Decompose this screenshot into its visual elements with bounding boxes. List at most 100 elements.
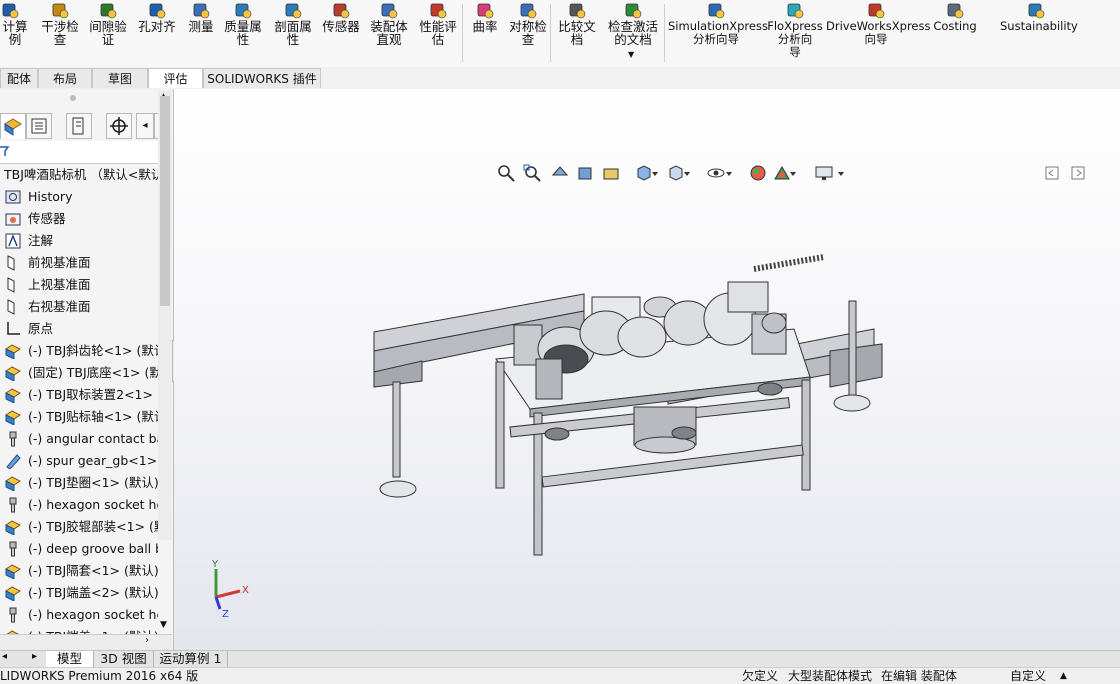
clearance-icon (100, 3, 117, 19)
section-view-icon[interactable] (576, 163, 596, 183)
hide-show-items-icon[interactable] (706, 163, 726, 183)
performance-icon (430, 3, 447, 19)
chevron-down-icon[interactable]: ▼ (628, 50, 634, 59)
tree-item-label: (-) angular contact bal (28, 431, 158, 446)
toolbox-gear-icon (6, 454, 21, 469)
interference-icon (52, 3, 69, 19)
units-dropdown-icon[interactable]: ▲ (1060, 668, 1067, 684)
edit-appearance-icon[interactable] (748, 163, 768, 183)
ribbon-button-label: 传感器 (322, 19, 360, 34)
ribbon-button-label: 间隙验 证 (89, 19, 127, 47)
ribbon-button-10[interactable]: 性能评 估 (414, 0, 462, 66)
ribbon-button-19[interactable]: Sustainability (1000, 0, 1078, 66)
feature-manager-icon (4, 118, 22, 136)
ribbon-button-12[interactable]: 对称检 查 (504, 0, 552, 66)
model-view-tabs: ◂ ▸ 模型 3D 视图 运动算例 1 (0, 650, 1120, 668)
tree-horizontal-scroll[interactable]: › (0, 634, 172, 650)
panel-collapse-handle[interactable] (70, 95, 76, 101)
tree-scrollbar[interactable]: ▲ ▼ (158, 90, 172, 630)
tree-item[interactable]: (-) TBJ斜齿轮<1> (默认 (0, 340, 158, 362)
tree-item[interactable]: (-) angular contact bal (0, 428, 158, 450)
tree-item[interactable]: 注解 (0, 230, 158, 252)
display-style-dropdown-icon[interactable] (682, 163, 692, 183)
ribbon-button-label: Sustainability (1000, 19, 1078, 33)
view-settings-dropdown-icon[interactable] (836, 163, 846, 183)
ribbon-button-6[interactable]: 质量属 性 (220, 0, 266, 66)
tab-feature-manager[interactable] (0, 113, 26, 139)
ribbon-separator (664, 4, 665, 62)
scroll-down-arrow[interactable]: ▼ (160, 620, 167, 630)
hide-show-dropdown-icon[interactable] (724, 163, 734, 183)
tree-root-assembly[interactable]: TBJ啤酒贴标机 （默认<默认_ (0, 164, 158, 186)
tree-item[interactable]: (-) TBJ垫圈<1> (默认) (0, 472, 158, 494)
filter-icon (0, 146, 10, 156)
tab-configuration-manager[interactable] (66, 113, 92, 139)
ribbon-button-1[interactable]: 计算 例 (0, 0, 30, 66)
ribbon-button-15[interactable]: SimulationXpress 分析向导 (668, 0, 768, 66)
dynamic-annotation-icon[interactable] (602, 163, 622, 183)
command-tab-2[interactable]: 布局 (38, 68, 92, 88)
tree-item[interactable]: 右视基准面 (0, 296, 158, 318)
section-properties-icon (285, 3, 302, 19)
tree-item[interactable]: 上视基准面 (0, 274, 158, 296)
status-bar: LIDWORKS Premium 2016 x64 版 欠定义 大型装配体模式 … (0, 667, 1120, 684)
window-maximize-icon[interactable] (1068, 163, 1088, 183)
tree-item[interactable]: (固定) TBJ底座<1> (默认 (0, 362, 158, 384)
tree-item[interactable]: 传感器 (0, 208, 158, 230)
ribbon-button-13[interactable]: 比较文 档 (556, 0, 598, 66)
tabs-nav-first[interactable]: ◂ (2, 651, 7, 662)
command-tab-5[interactable]: SOLIDWORKS 插件 (203, 68, 321, 88)
tree-item[interactable]: (-) deep groove ball b (0, 538, 158, 560)
ribbon-button-4[interactable]: 孔对齐 (134, 0, 180, 66)
tab-property-manager[interactable] (26, 113, 52, 139)
tree-item-label: (-) spur gear_gb<1> ( (28, 453, 158, 468)
window-restore-icon[interactable] (1042, 163, 1062, 183)
tree-item[interactable]: History (0, 186, 158, 208)
bottom-tab-3[interactable]: 运动算例 1 (154, 651, 228, 667)
ribbon-button-3[interactable]: 间隙验 证 (86, 0, 130, 66)
tabs-nav-last[interactable]: ▸ (32, 651, 37, 662)
previous-view-icon[interactable] (550, 163, 570, 183)
ribbon-button-9[interactable]: 装配体 直观 (366, 0, 412, 66)
ribbon-button-17[interactable]: DriveWorksXpress 向导 (826, 0, 930, 66)
view-orientation-dropdown-icon[interactable] (650, 163, 660, 183)
tree-item[interactable]: (-) hexagon socket hea (0, 494, 158, 516)
filter-bar[interactable] (0, 141, 170, 164)
ribbon-button-2[interactable]: 干涉检 查 (38, 0, 82, 66)
view-settings-icon[interactable] (814, 163, 834, 183)
ribbon-button-7[interactable]: 剖面属 性 (270, 0, 316, 66)
tree-item[interactable]: (-) TBJ端盖<2> (默认) (0, 582, 158, 604)
symmetry-check-icon (520, 3, 537, 19)
command-tab-1[interactable]: 配体 (0, 68, 38, 88)
tree-item[interactable]: (-) TBJ胶辊部装<1> (默 (0, 516, 158, 538)
compare-documents-icon (569, 3, 586, 19)
tree-item[interactable]: (-) TBJ取标装置2<1> (默 (0, 384, 158, 406)
tab-dimxpert-manager[interactable] (106, 113, 132, 139)
scroll-thumb[interactable] (160, 96, 170, 306)
ribbon-button-8[interactable]: 传感器 (318, 0, 364, 66)
status-units[interactable]: 自定义 (1010, 668, 1046, 684)
bottom-tab-1[interactable]: 模型 (46, 651, 94, 667)
ribbon-button-label: 计算 例 (2, 19, 28, 47)
ribbon-button-5[interactable]: 测量 (184, 0, 218, 66)
tree-item[interactable]: (-) spur gear_gb<1> ( (0, 450, 158, 472)
zoom-to-area-icon[interactable] (522, 163, 542, 183)
ribbon-button-18[interactable]: Costing (932, 0, 978, 66)
graphics-viewport[interactable]: Y X Z (174, 89, 1120, 650)
command-tab-3[interactable]: 草图 (92, 68, 148, 88)
status-large-assembly-mode[interactable]: 大型装配体模式 (788, 668, 872, 684)
tab-scroll-left[interactable]: ◂ (136, 113, 154, 139)
bottom-tab-2[interactable]: 3D 视图 (94, 651, 154, 667)
tree-item[interactable]: 前视基准面 (0, 252, 158, 274)
tree-item[interactable]: (-) TBJ隔套<1> (默认) (0, 560, 158, 582)
ribbon-button-16[interactable]: FloXpress 分析向 导 (766, 0, 824, 66)
tree-item[interactable]: (-) hexagon socket hea (0, 604, 158, 626)
tree-item[interactable]: 原点 (0, 318, 158, 340)
reference-triad: Y X Z (211, 559, 249, 620)
zoom-to-fit-icon[interactable] (496, 163, 516, 183)
ribbon-button-11[interactable]: 曲率 (468, 0, 502, 66)
tree-item[interactable]: (-) TBJ贴标轴<1> (默认 (0, 406, 158, 428)
command-tab-4[interactable]: 评估 (148, 68, 203, 88)
apply-scene-dropdown-icon[interactable] (788, 163, 798, 183)
scroll-right-arrow[interactable]: › (145, 635, 149, 646)
